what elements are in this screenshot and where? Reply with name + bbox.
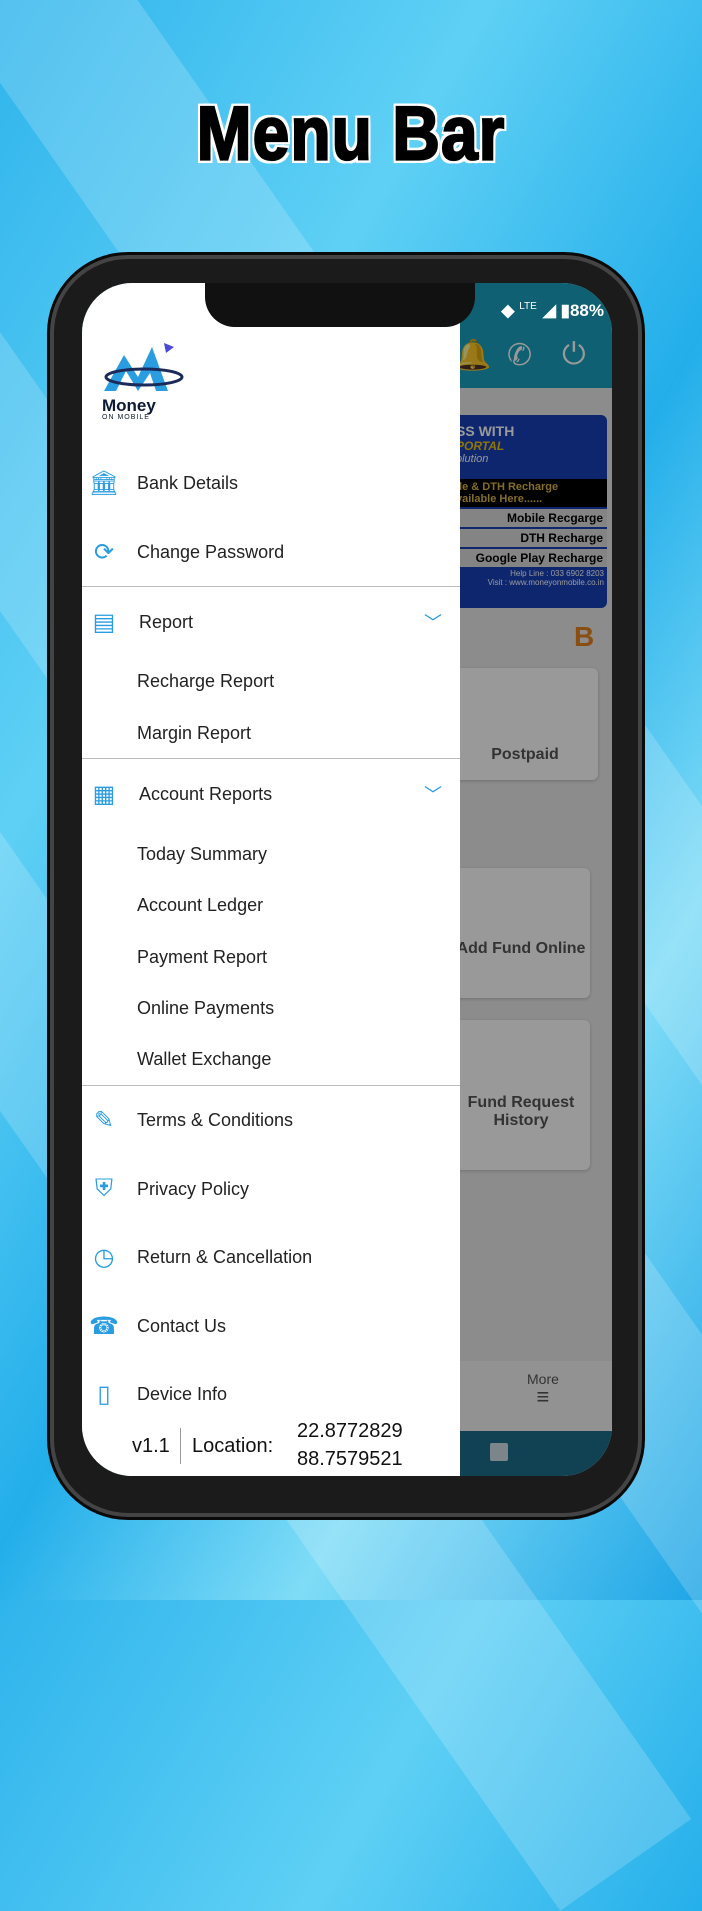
phone-screen: 🔔 ✆ ⏻ ◆ LTE ◢ ▮88% SS WITH PORTAL olution… bbox=[82, 283, 612, 1476]
menu-item-change-password[interactable]: ⟳ Change Password bbox=[82, 532, 460, 572]
menu-item-payment-report[interactable]: Payment Report bbox=[82, 937, 460, 977]
terms-icon: ✎ bbox=[93, 1106, 115, 1134]
device-icon: ▯ bbox=[97, 1380, 111, 1408]
menu-item-report[interactable]: ▤ Report ﹀ bbox=[82, 602, 460, 642]
menu-item-contact-us[interactable]: ☎ Contact Us bbox=[82, 1306, 460, 1346]
clock-icon: ◷ bbox=[93, 1243, 115, 1271]
app-version: v1.1 bbox=[132, 1435, 170, 1457]
menu-item-label: Device Info bbox=[137, 1383, 228, 1404]
menu-item-wallet-exchange[interactable]: Wallet Exchange bbox=[82, 1039, 460, 1079]
menu-item-label: Return & Cancellation bbox=[137, 1246, 313, 1267]
report-icon: ▤ bbox=[92, 608, 116, 636]
longitude-value: 88.7579521 bbox=[297, 1448, 403, 1470]
menu-item-terms[interactable]: ✎ Terms & Conditions bbox=[82, 1100, 460, 1140]
menu-item-label: Recharge Report bbox=[137, 670, 275, 691]
divider bbox=[82, 586, 460, 587]
phone-notch bbox=[205, 283, 475, 327]
status-bar: ◆ LTE ◢ ▮88% bbox=[501, 301, 604, 320]
menu-item-label: Privacy Policy bbox=[137, 1178, 250, 1199]
latitude-value: 22.8772829 bbox=[297, 1420, 403, 1442]
menu-item-online-payments[interactable]: Online Payments bbox=[82, 988, 460, 1028]
menu-item-label: Online Payments bbox=[137, 997, 275, 1018]
money-on-mobile-logo: Money ON MOBILE bbox=[102, 343, 187, 421]
divider bbox=[82, 758, 460, 759]
menu-item-margin-report[interactable]: Margin Report bbox=[82, 713, 460, 753]
logo-mark-icon bbox=[104, 343, 184, 391]
chevron-down-icon[interactable]: ﹀ bbox=[424, 781, 442, 807]
chevron-down-icon[interactable]: ﹀ bbox=[424, 609, 442, 635]
navigation-drawer: Money ON MOBILE 🏛 Bank Details ⟳ Change Pa… bbox=[82, 283, 460, 1476]
menu-item-label: Report bbox=[139, 611, 194, 632]
menu-item-label: Payment Report bbox=[137, 946, 268, 967]
contact-icon: ☎ bbox=[89, 1312, 119, 1340]
battery-level: 88% bbox=[569, 301, 604, 320]
menu-item-label: Bank Details bbox=[137, 472, 239, 493]
network-label: LTE bbox=[519, 301, 537, 312]
menu-item-privacy-policy[interactable]: ⛨ Privacy Policy bbox=[82, 1169, 460, 1209]
menu-item-label: Contact Us bbox=[137, 1315, 227, 1336]
logo-name: Money bbox=[102, 396, 156, 415]
menu-item-label: Account Ledger bbox=[137, 894, 264, 915]
footer-divider bbox=[180, 1428, 181, 1464]
menu-item-today-summary[interactable]: Today Summary bbox=[82, 834, 460, 874]
menu-item-label: Margin Report bbox=[137, 722, 252, 743]
menu-item-account-reports[interactable]: ▦ Account Reports ﹀ bbox=[82, 774, 460, 814]
menu-item-bank-details[interactable]: 🏛 Bank Details bbox=[82, 463, 460, 503]
menu-item-return-cancellation[interactable]: ◷ Return & Cancellation bbox=[82, 1237, 460, 1277]
shield-lock-icon: ⛨ bbox=[95, 1175, 113, 1202]
menu-item-account-ledger[interactable]: Account Ledger bbox=[82, 885, 460, 925]
menu-item-recharge-report[interactable]: Recharge Report bbox=[82, 661, 460, 701]
page-title: Menu Bar bbox=[196, 89, 506, 176]
divider bbox=[82, 1085, 460, 1086]
menu-item-label: Account Reports bbox=[139, 783, 273, 804]
menu-item-device-info[interactable]: ▯ Device Info bbox=[82, 1374, 460, 1414]
menu-item-label: Terms & Conditions bbox=[137, 1109, 294, 1130]
password-icon: ⟳ bbox=[93, 538, 115, 566]
logo-tagline: ON MOBILE bbox=[102, 414, 150, 421]
menu-item-label: Wallet Exchange bbox=[137, 1048, 272, 1069]
bank-icon: 🏛 bbox=[88, 469, 120, 497]
menu-item-label: Today Summary bbox=[137, 843, 268, 864]
location-label: Location: bbox=[192, 1435, 274, 1457]
menu-item-label: Change Password bbox=[137, 541, 285, 562]
account-reports-icon: ▦ bbox=[92, 780, 116, 808]
